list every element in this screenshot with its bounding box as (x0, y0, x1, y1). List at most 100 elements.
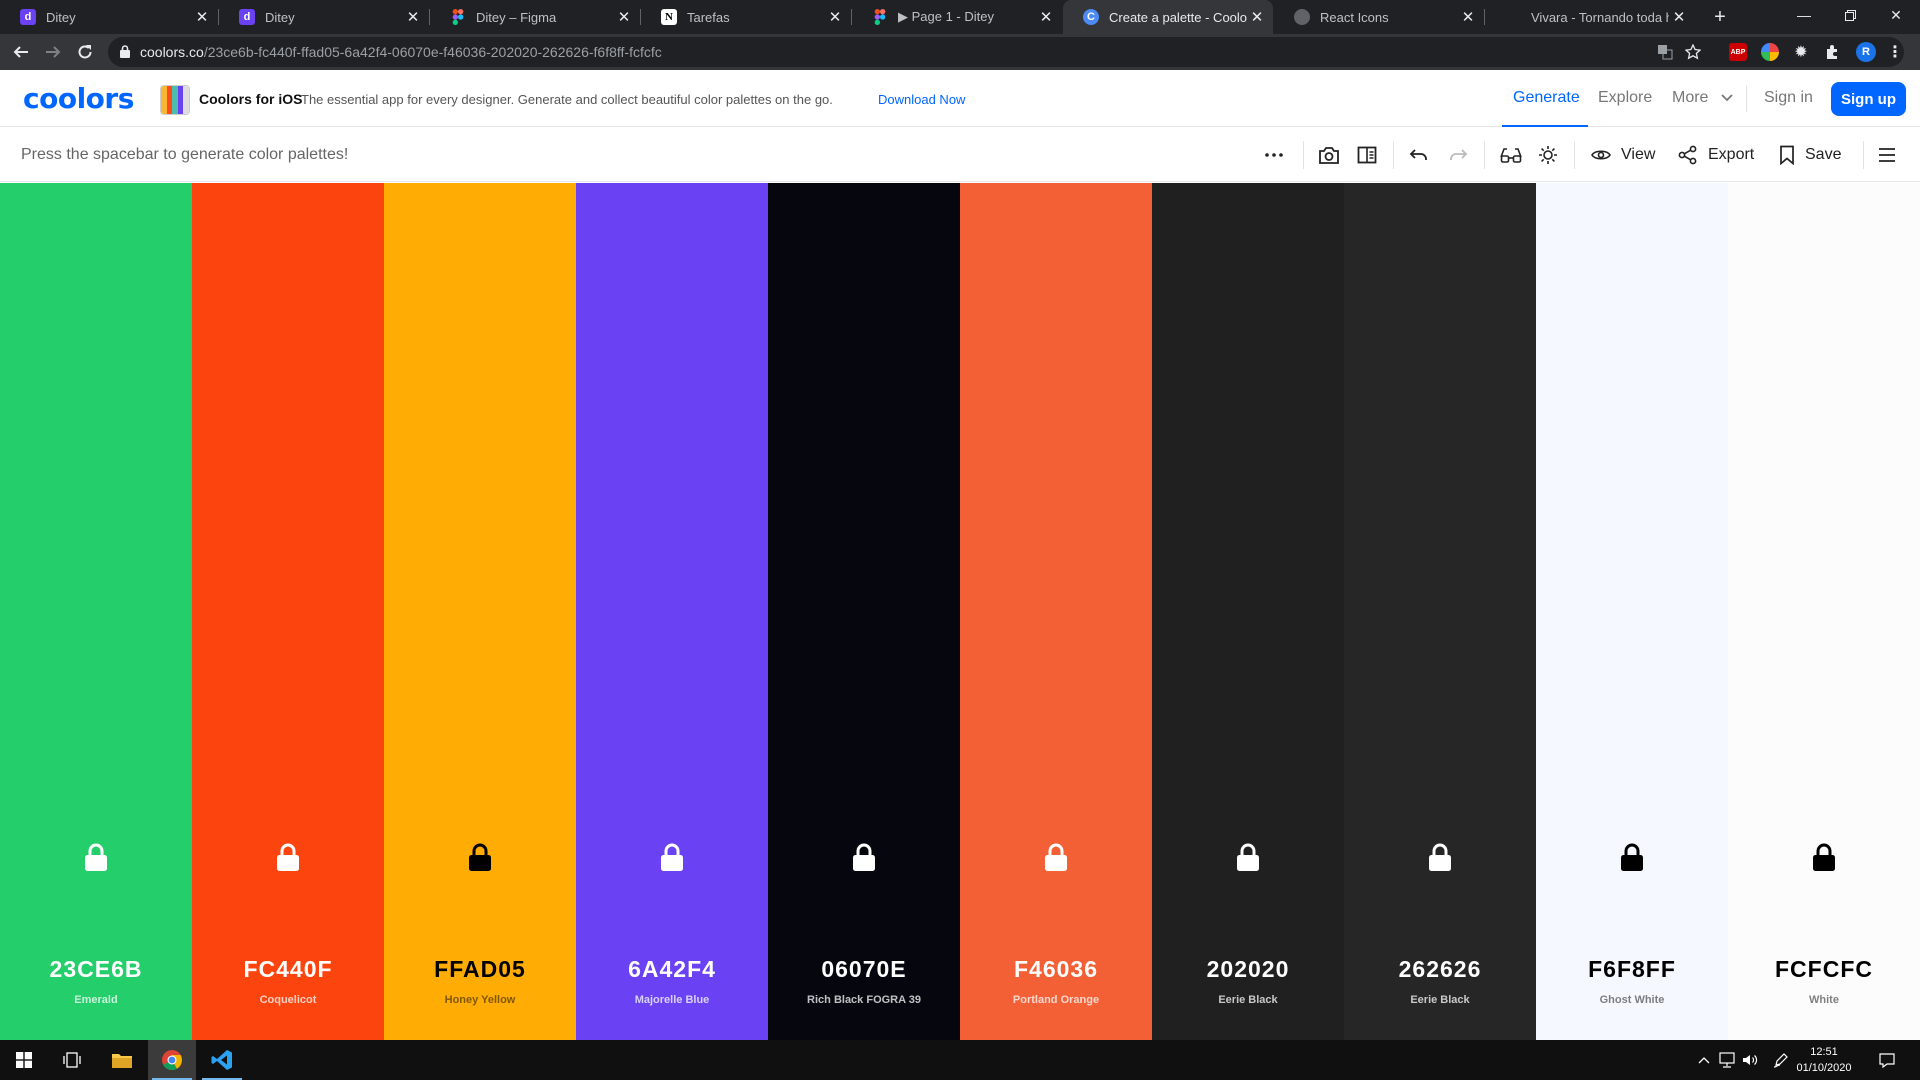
back-button[interactable] (7, 38, 35, 66)
chevron-up-icon[interactable] (1695, 1051, 1713, 1069)
color-swatch[interactable]: FC440F Coquelicot (192, 183, 384, 1040)
hamburger-menu-button[interactable] (1878, 143, 1896, 167)
puzzle-icon[interactable] (1823, 43, 1841, 61)
hex-code[interactable]: FCFCFC (1728, 956, 1920, 983)
lock-icon[interactable] (1236, 843, 1260, 871)
nav-generate[interactable]: Generate (1513, 89, 1580, 107)
color-blindness-button[interactable] (1500, 143, 1522, 167)
sign-up-button[interactable]: Sign up (1831, 82, 1906, 116)
color-name[interactable]: Honey Yellow (384, 994, 576, 1006)
reload-button[interactable] (71, 38, 99, 66)
browser-tab[interactable]: ▶ Page 1 - Ditey ✕ (852, 0, 1062, 34)
hex-code[interactable]: 6A42F4 (576, 956, 768, 983)
vscode-taskbar-button[interactable] (198, 1040, 246, 1080)
close-icon[interactable]: ✕ (1458, 7, 1478, 27)
profile-avatar[interactable]: R (1856, 42, 1876, 62)
network-icon[interactable] (1718, 1051, 1736, 1069)
close-icon[interactable]: ✕ (192, 7, 212, 27)
view-button[interactable]: View (1591, 143, 1655, 167)
undo-button[interactable] (1409, 143, 1429, 167)
side-panel-button[interactable] (1357, 143, 1377, 167)
file-explorer-button[interactable] (98, 1040, 146, 1080)
lock-icon[interactable] (1812, 843, 1836, 871)
volume-icon[interactable] (1741, 1051, 1759, 1069)
translate-icon[interactable] (1656, 43, 1674, 61)
lock-icon[interactable] (276, 843, 300, 871)
coolors-logo[interactable]: coolors (23, 82, 134, 115)
system-clock[interactable]: 12:51 01/10/2020 (1788, 1044, 1860, 1076)
restore-button[interactable] (1827, 0, 1873, 30)
browser-tab[interactable]: d Ditey ✕ (219, 0, 429, 34)
close-icon[interactable]: ✕ (1247, 7, 1267, 27)
color-swatch[interactable]: FCFCFC White (1728, 183, 1920, 1040)
color-swatch[interactable]: 262626 Eerie Black (1344, 183, 1536, 1040)
camera-button[interactable] (1318, 143, 1340, 167)
lock-icon[interactable] (1044, 843, 1068, 871)
close-icon[interactable]: ✕ (403, 7, 423, 27)
color-swatch[interactable]: FFAD05 Honey Yellow (384, 183, 576, 1040)
task-view-button[interactable] (48, 1040, 96, 1080)
new-tab-button[interactable]: + (1708, 5, 1732, 29)
browser-tab[interactable]: N Tarefas ✕ (641, 0, 851, 34)
hex-code[interactable]: F6F8FF (1536, 956, 1728, 983)
sign-in-link[interactable]: Sign in (1764, 89, 1813, 107)
hex-code[interactable]: F46036 (960, 956, 1152, 983)
hex-code[interactable]: FC440F (192, 956, 384, 983)
notification-icon[interactable] (1878, 1051, 1896, 1069)
lock-icon[interactable] (84, 843, 108, 871)
download-now-link[interactable]: Download Now (878, 92, 965, 107)
browser-tab-active[interactable]: C Create a palette - Coolors ✕ (1063, 0, 1273, 34)
browser-tab[interactable]: React Icons ✕ (1274, 0, 1484, 34)
chrome-taskbar-button[interactable] (148, 1040, 196, 1080)
color-swatch[interactable]: 6A42F4 Majorelle Blue (576, 183, 768, 1040)
color-name[interactable]: Majorelle Blue (576, 994, 768, 1006)
save-button[interactable]: Save (1779, 143, 1841, 167)
more-options-button[interactable] (1264, 143, 1284, 167)
color-swatch[interactable]: 202020 Eerie Black (1152, 183, 1344, 1040)
lock-icon[interactable] (1620, 843, 1644, 871)
forward-button[interactable] (39, 38, 67, 66)
adjust-palette-button[interactable] (1538, 143, 1558, 167)
color-swatch[interactable]: 23CE6B Emerald (0, 183, 192, 1040)
redo-button[interactable] (1448, 143, 1468, 167)
lock-icon[interactable] (660, 843, 684, 871)
start-button[interactable] (0, 1040, 48, 1080)
close-icon[interactable]: ✕ (614, 7, 634, 27)
color-name[interactable]: Coquelicot (192, 994, 384, 1006)
hex-code[interactable]: FFAD05 (384, 956, 576, 983)
color-name[interactable]: Rich Black FOGRA 39 (768, 994, 960, 1006)
close-window-button[interactable]: ✕ (1873, 0, 1919, 30)
export-button[interactable]: Export (1678, 143, 1754, 167)
color-swatch[interactable]: F46036 Portland Orange (960, 183, 1152, 1040)
color-name[interactable]: Ghost White (1536, 994, 1728, 1006)
hex-code[interactable]: 06070E (768, 956, 960, 983)
hex-code[interactable]: 202020 (1152, 956, 1344, 983)
menu-dots-icon[interactable]: ⋮ (1886, 43, 1904, 61)
adblock-extension-icon[interactable]: ABP (1729, 43, 1747, 61)
color-swatch[interactable]: F6F8FF Ghost White (1536, 183, 1728, 1040)
close-icon[interactable]: ✕ (1036, 7, 1056, 27)
bookmark-star-icon[interactable] (1684, 43, 1702, 61)
address-bar[interactable]: coolors.co/23ce6b-fc440f-ffad05-6a42f4-0… (108, 37, 1904, 67)
browser-tab[interactable]: d Ditey ✕ (0, 0, 218, 34)
color-name[interactable]: White (1728, 994, 1920, 1006)
nav-explore[interactable]: Explore (1598, 89, 1652, 107)
close-icon[interactable]: ✕ (1669, 7, 1689, 27)
lock-icon[interactable] (852, 843, 876, 871)
hex-code[interactable]: 23CE6B (0, 956, 192, 983)
color-name[interactable]: Eerie Black (1344, 994, 1536, 1006)
minimize-button[interactable]: — (1781, 0, 1827, 30)
browser-tab[interactable]: Vivara - Tornando toda hist ✕ (1485, 0, 1695, 34)
color-name[interactable]: Emerald (0, 994, 192, 1006)
lock-icon[interactable] (468, 843, 492, 871)
settings-extension-icon[interactable]: ✹ (1792, 43, 1810, 61)
color-name[interactable]: Eerie Black (1152, 994, 1344, 1006)
color-swatch[interactable]: 06070E Rich Black FOGRA 39 (768, 183, 960, 1040)
lock-icon[interactable] (1428, 843, 1452, 871)
nav-more[interactable]: More (1672, 89, 1733, 107)
color-name[interactable]: Portland Orange (960, 994, 1152, 1006)
hex-code[interactable]: 262626 (1344, 956, 1536, 983)
extension-icon[interactable] (1761, 43, 1779, 61)
close-icon[interactable]: ✕ (825, 7, 845, 27)
browser-tab[interactable]: Ditey – Figma ✕ (430, 0, 640, 34)
